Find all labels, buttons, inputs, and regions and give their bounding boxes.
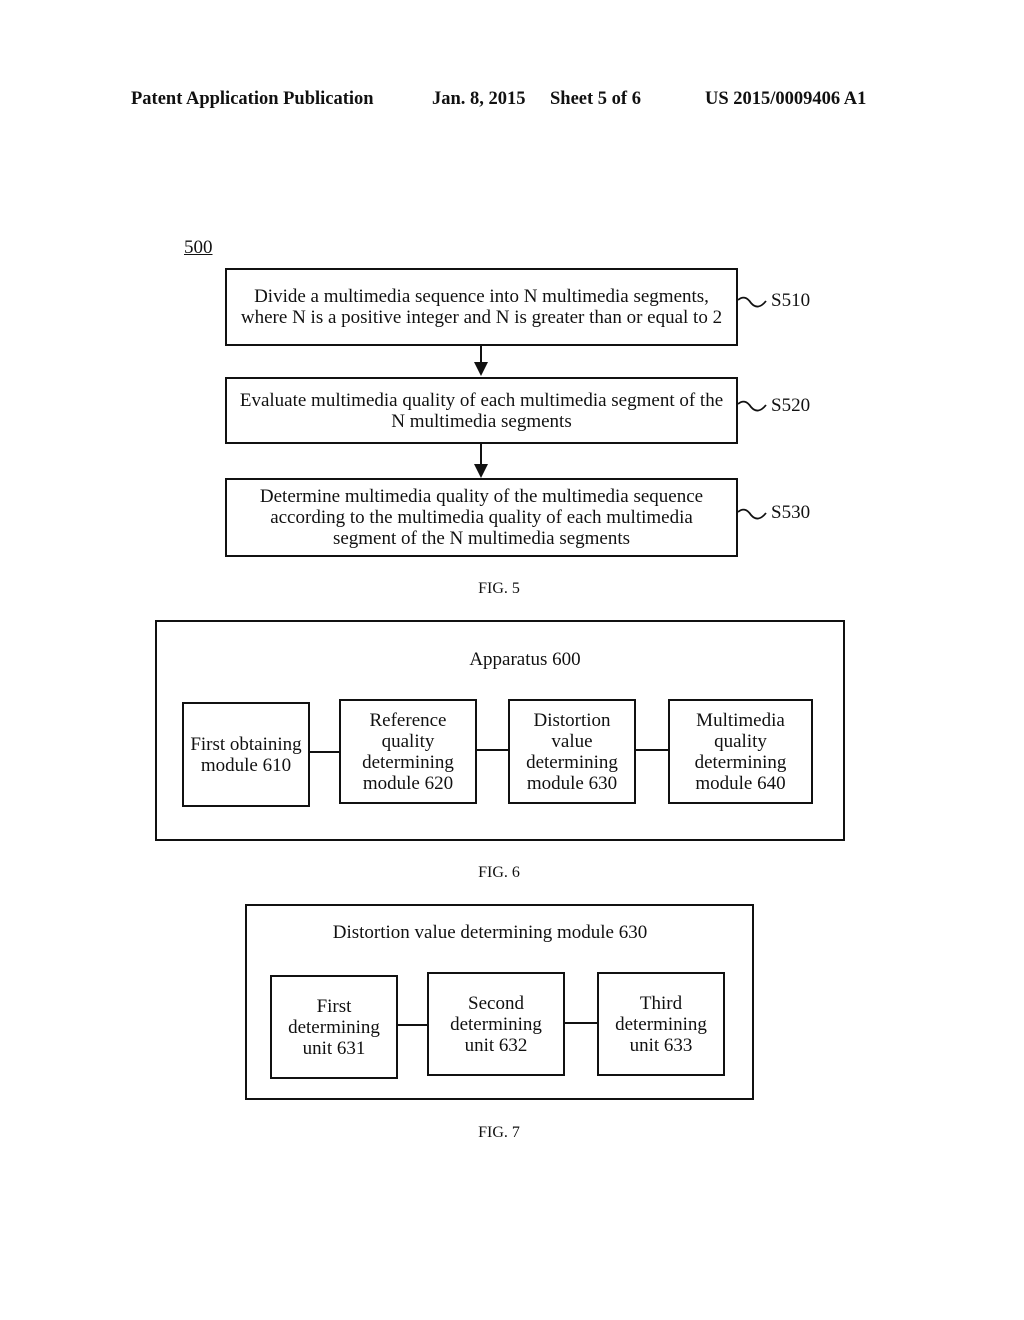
connector-630-640 [636,749,668,751]
module-610-box: First obtaining module 610 [182,702,310,807]
module-620-text: Reference quality determining module 620 [362,709,454,794]
step-box-s520: Evaluate multimedia quality of each mult… [225,377,738,444]
step-text-s520: Evaluate multimedia quality of each mult… [239,389,724,432]
connector-620-630 [477,749,508,751]
unit-631-box: First determining unit 631 [270,975,398,1079]
unit-633-box: Third determining unit 633 [597,972,725,1076]
fig5-caption: FIG. 5 [478,580,520,597]
fig5-reference-number: 500 [184,237,213,258]
step-label-s520: S520 [771,395,811,416]
unit-631-text: First determining unit 631 [288,995,380,1059]
flow-arrow-1-head [474,362,488,376]
publication-label: Patent Application Publication [131,89,374,109]
step-label-s530: S530 [771,502,811,523]
connector-610-620 [310,751,339,753]
module-640-box: Multimedia quality determining module 64… [668,699,813,804]
step-leader-s530 [737,508,767,520]
module-640-text: Multimedia quality determining module 64… [694,709,787,794]
unit-632-text: Second determining unit 632 [450,992,542,1056]
connector-632-633 [565,1022,597,1024]
module-620-box: Reference quality determining module 620 [339,699,477,804]
step-leader-s520 [737,400,767,412]
connector-631-632 [398,1024,427,1026]
step-leader-s510 [737,296,767,308]
fig6-caption: FIG. 6 [478,864,520,881]
module-630-title: Distortion value determining module 630 [332,922,648,943]
step-box-s510: Divide a multimedia sequence into N mult… [225,268,738,346]
patent-number: US 2015/0009406 A1 [705,89,867,109]
step-label-s510: S510 [771,290,811,311]
step-text-s510: Divide a multimedia sequence into N mult… [240,286,723,328]
publication-date: Jan. 8, 2015 [432,89,526,109]
step-text-s530: Determine multimedia quality of the mult… [259,486,704,549]
sheet-number: Sheet 5 of 6 [550,89,641,109]
unit-633-text: Third determining unit 633 [615,992,707,1056]
step-box-s530: Determine multimedia quality of the mult… [225,478,738,557]
module-610-text: First obtaining module 610 [190,733,302,776]
unit-632-box: Second determining unit 632 [427,972,565,1076]
apparatus-600-title: Apparatus 600 [469,649,581,670]
flow-arrow-2-head [474,464,488,478]
module-630-text: Distortion value determining module 630 [526,709,618,794]
module-630-box: Distortion value determining module 630 [508,699,636,804]
flow-arrow-2-line [480,444,482,466]
fig7-caption: FIG. 7 [478,1124,520,1141]
